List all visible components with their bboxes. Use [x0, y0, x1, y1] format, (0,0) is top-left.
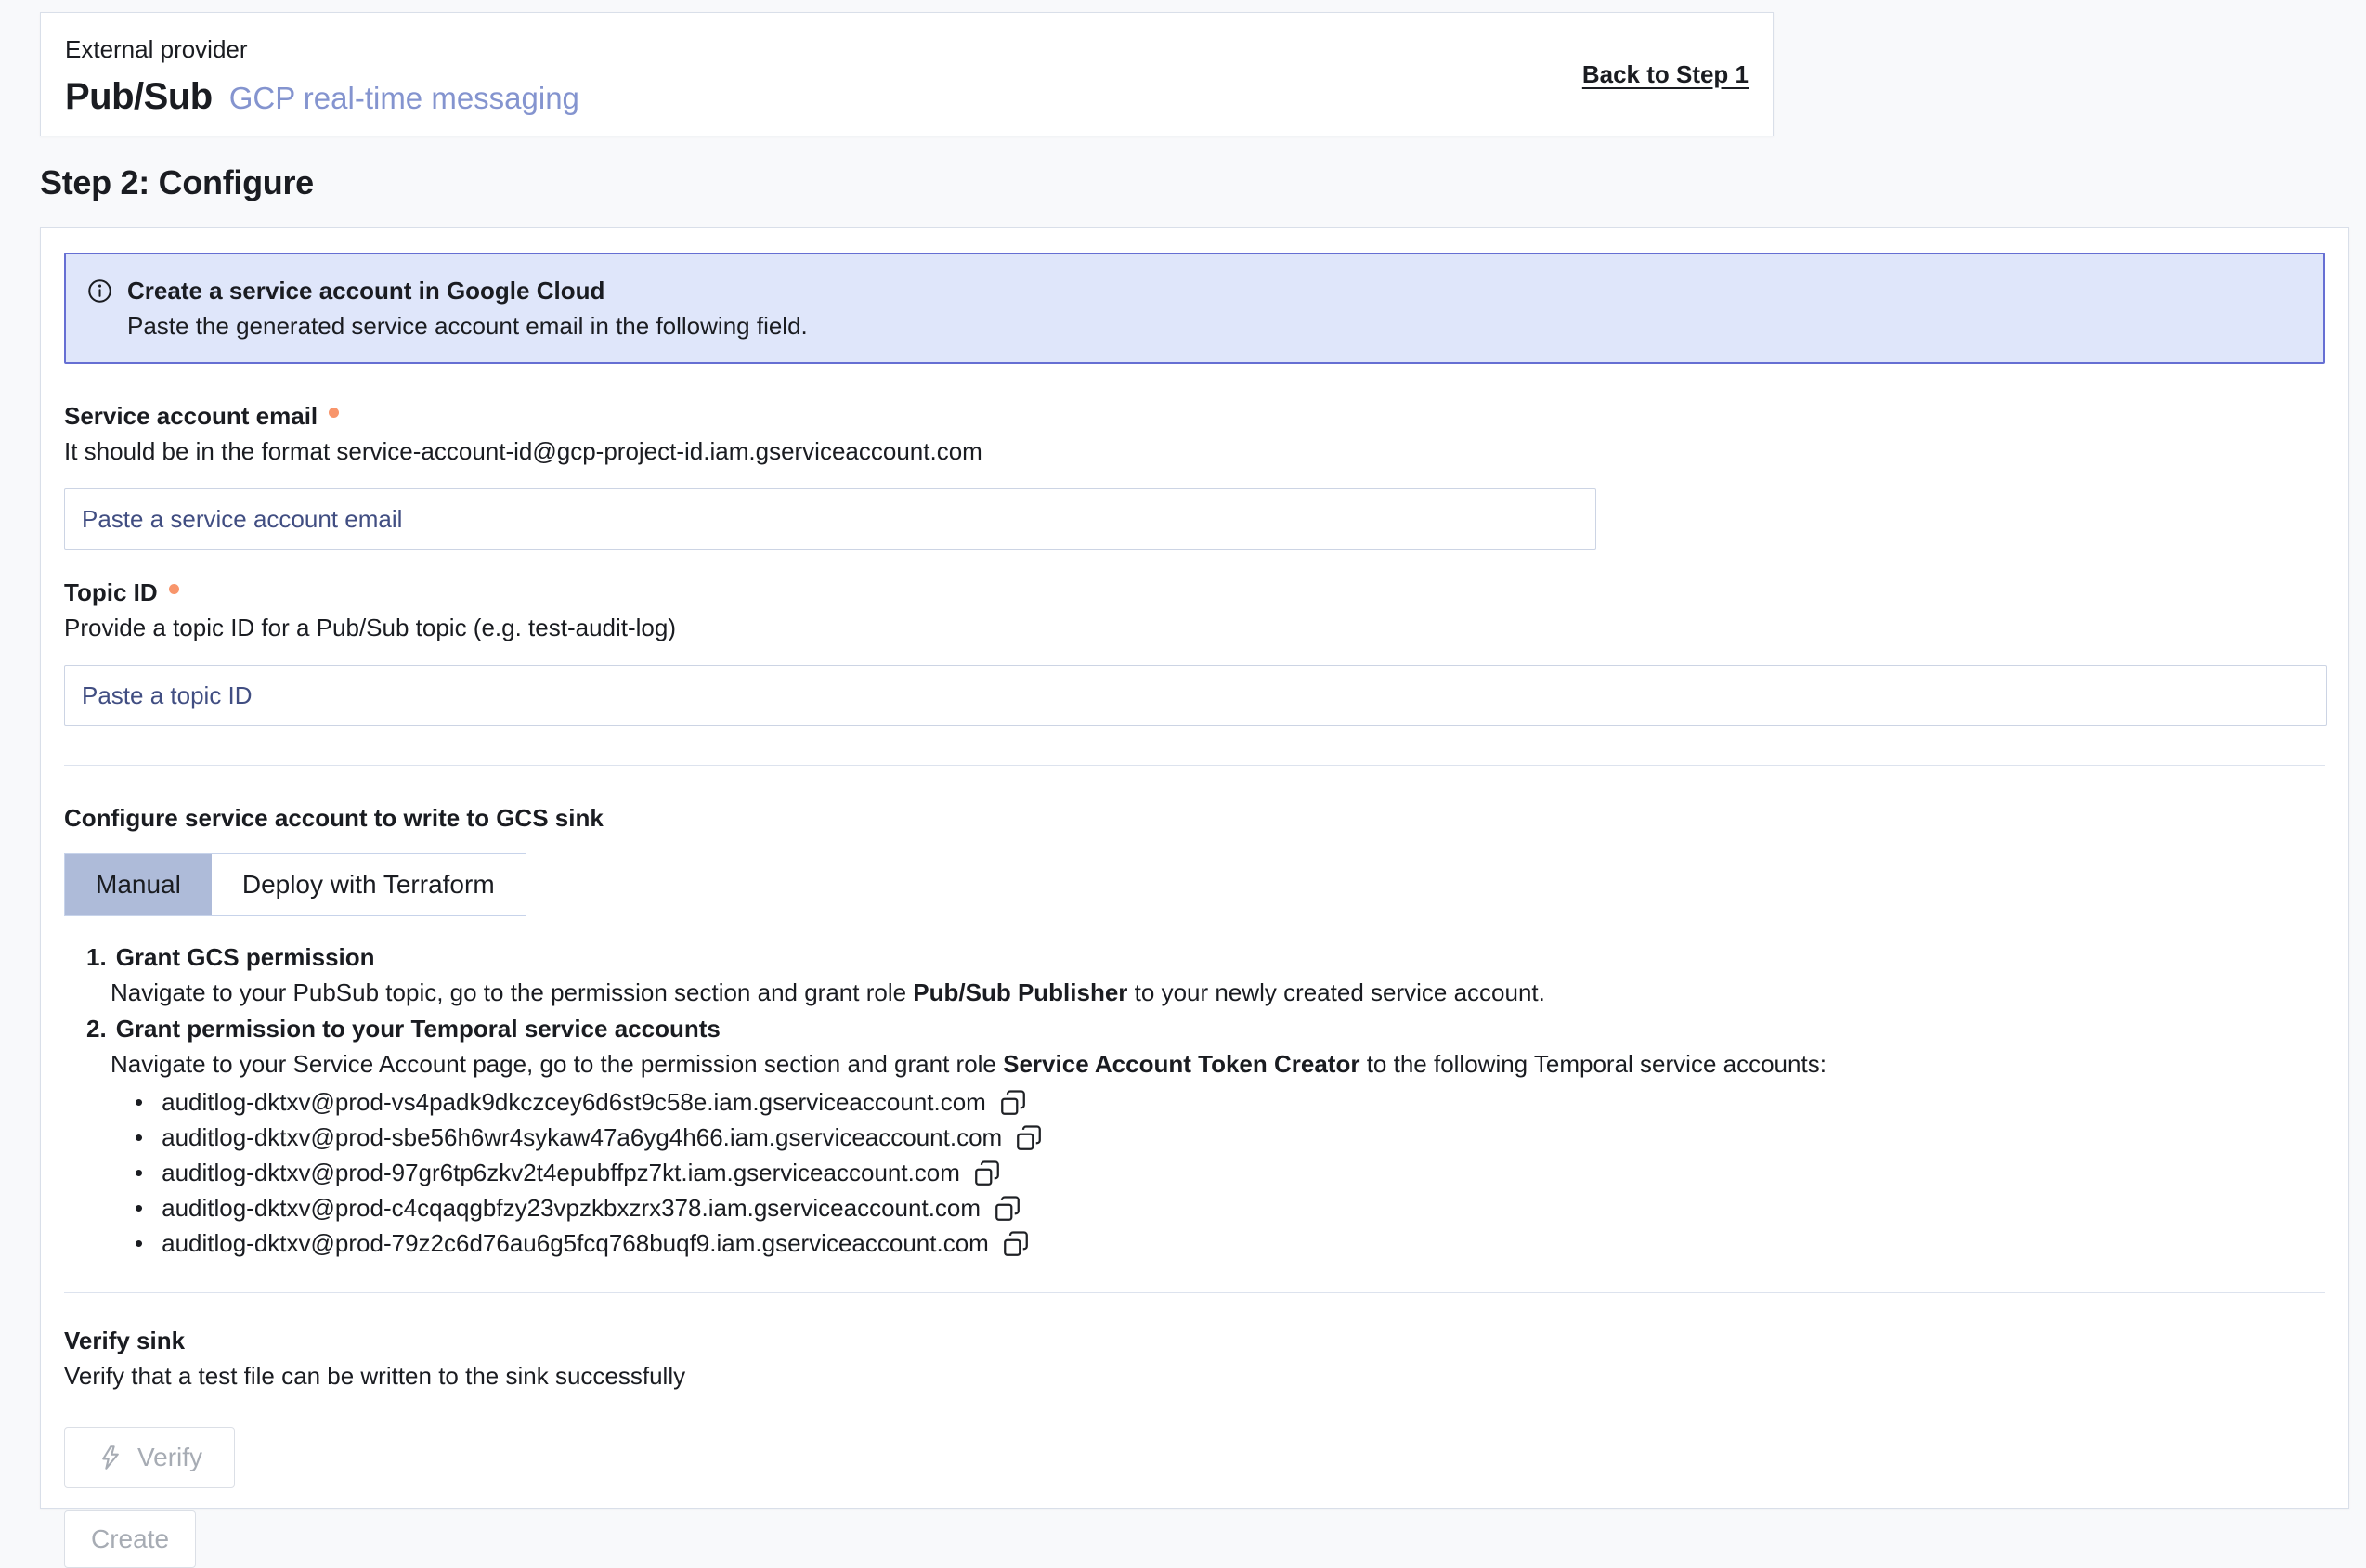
required-indicator — [329, 408, 339, 418]
section-divider — [64, 1292, 2325, 1293]
service-account-email: auditlog-dktxv@prod-97gr6tp6zkv2t4epubff… — [162, 1155, 960, 1190]
step-body-role-name: Service Account Token Creator — [1003, 1050, 1359, 1078]
audit-log-sink-configure-page: { "header": { "eyebrow": "External provi… — [0, 0, 2366, 1524]
list-item: auditlog-dktxv@prod-sbe56h6wr4sykaw47a6y… — [135, 1120, 2325, 1155]
provider-eyebrow: External provider — [65, 33, 579, 65]
step-number: 1. — [86, 940, 107, 975]
instruction-step-2-title-row: 2. Grant permission to your Temporal ser… — [86, 1012, 2325, 1046]
verify-sink-heading: Verify sink — [64, 1323, 2325, 1358]
copy-icon[interactable] — [1002, 1230, 1030, 1258]
configure-sink-heading: Configure service account to write to GC… — [64, 801, 2325, 835]
back-to-step-1-link[interactable]: Back to Step 1 — [1582, 60, 1748, 89]
instruction-step-1-title-row: 1. Grant GCS permission — [86, 940, 2325, 975]
provider-title-row: Pub/Sub GCP real-time messaging — [65, 76, 579, 118]
configure-card: Create a service account in Google Cloud… — [40, 227, 2349, 1509]
service-account-email: auditlog-dktxv@prod-sbe56h6wr4sykaw47a6y… — [162, 1120, 1002, 1155]
copy-icon[interactable] — [999, 1089, 1027, 1117]
step-title: Grant GCS permission — [116, 940, 375, 975]
info-banner-title: Create a service account in Google Cloud — [127, 273, 604, 308]
tab-manual[interactable]: Manual — [65, 854, 212, 915]
instruction-step-1: 1. Grant GCS permission Navigate to your… — [86, 940, 2325, 1010]
topic-id-input[interactable] — [64, 665, 2327, 726]
provider-subtitle: GCP real-time messaging — [229, 81, 579, 116]
topic-id-field-group: Topic ID Provide a topic ID for a Pub/Su… — [64, 576, 2325, 726]
service-account-email-label: Service account email — [64, 399, 318, 433]
topic-id-label: Topic ID — [64, 576, 158, 609]
step-body-text: Navigate to your PubSub topic, go to the… — [110, 978, 913, 1006]
service-account-email: auditlog-dktxv@prod-vs4padk9dkczcey6d6st… — [162, 1084, 986, 1120]
section-divider — [64, 765, 2325, 766]
service-account-email-field-group: Service account email It should be in th… — [64, 399, 2325, 550]
topic-id-description: Provide a topic ID for a Pub/Sub topic (… — [64, 611, 2325, 644]
page-title: Step 2: Configure — [40, 163, 314, 202]
create-button-label: Create — [91, 1524, 169, 1554]
instruction-step-2-body: Navigate to your Service Account page, g… — [110, 1046, 2325, 1082]
step-body-text: to your newly created service account. — [1127, 978, 1544, 1006]
provider-title: Pub/Sub — [65, 76, 213, 118]
required-indicator — [169, 584, 179, 594]
create-button[interactable]: Create — [64, 1510, 196, 1568]
manual-instructions: 1. Grant GCS permission Navigate to your… — [86, 940, 2325, 1261]
list-item: auditlog-dktxv@prod-97gr6tp6zkv2t4epubff… — [135, 1155, 2325, 1190]
lightning-bolt-icon — [97, 1444, 124, 1471]
copy-icon[interactable] — [1015, 1124, 1043, 1152]
verify-button[interactable]: Verify — [64, 1427, 235, 1488]
step-title: Grant permission to your Temporal servic… — [116, 1012, 721, 1046]
configure-method-tabs: Manual Deploy with Terraform — [64, 853, 526, 916]
service-account-email: auditlog-dktxv@prod-79z2c6d76au6g5fcq768… — [162, 1225, 989, 1261]
provider-header-card: External provider Pub/Sub GCP real-time … — [40, 12, 1774, 136]
service-account-email-input[interactable] — [64, 488, 1596, 550]
step-body-text: to the following Temporal service accoun… — [1359, 1050, 1826, 1078]
verify-button-label: Verify — [137, 1443, 202, 1472]
instruction-step-1-body: Navigate to your PubSub topic, go to the… — [110, 975, 2325, 1010]
step-number: 2. — [86, 1012, 107, 1046]
service-account-email: auditlog-dktxv@prod-c4cqaqgbfzy23vpzkbxz… — [162, 1190, 981, 1225]
list-item: auditlog-dktxv@prod-c4cqaqgbfzy23vpzkbxz… — [135, 1190, 2325, 1225]
step-body-role-name: Pub/Sub Publisher — [913, 978, 1127, 1006]
info-banner: Create a service account in Google Cloud… — [64, 253, 2325, 364]
list-item: auditlog-dktxv@prod-vs4padk9dkczcey6d6st… — [135, 1084, 2325, 1120]
instruction-step-2: 2. Grant permission to your Temporal ser… — [86, 1012, 2325, 1082]
service-account-email-label-row: Service account email — [64, 399, 2325, 433]
info-banner-title-row: Create a service account in Google Cloud — [86, 273, 2303, 308]
tab-deploy-with-terraform[interactable]: Deploy with Terraform — [212, 854, 526, 915]
info-banner-description: Paste the generated service account emai… — [127, 308, 2303, 343]
topic-id-label-row: Topic ID — [64, 576, 2325, 609]
list-item: auditlog-dktxv@prod-79z2c6d76au6g5fcq768… — [135, 1225, 2325, 1261]
info-icon — [86, 278, 113, 305]
provider-info: External provider Pub/Sub GCP real-time … — [65, 33, 579, 115]
copy-icon[interactable] — [973, 1160, 1001, 1187]
step-body-text: Navigate to your Service Account page, g… — [110, 1050, 1003, 1078]
copy-icon[interactable] — [994, 1195, 1021, 1223]
service-account-email-description: It should be in the format service-accou… — [64, 434, 2325, 468]
temporal-service-account-list: auditlog-dktxv@prod-vs4padk9dkczcey6d6st… — [135, 1084, 2325, 1261]
verify-sink-description: Verify that a test file can be written t… — [64, 1358, 2325, 1393]
